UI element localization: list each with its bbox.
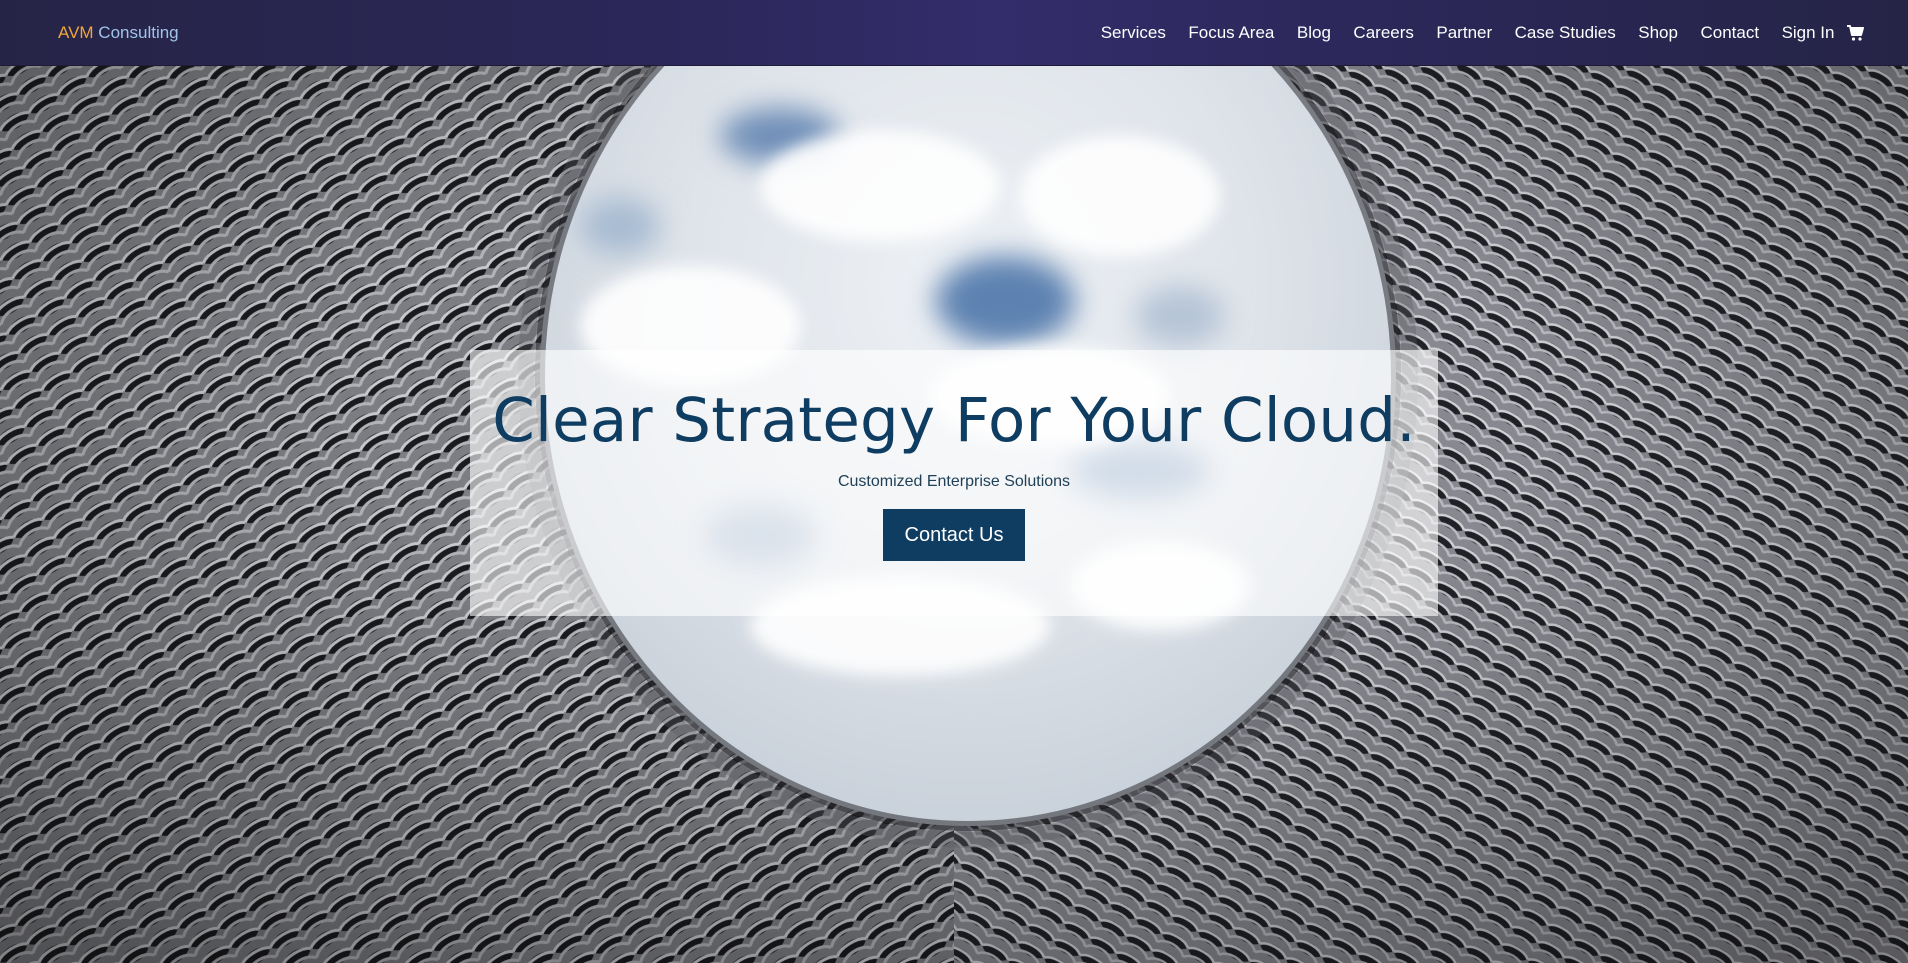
hero-card: Clear Strategy For Your Cloud. Customize… [470, 350, 1438, 616]
nav-item-contact[interactable]: Contact [1700, 22, 1759, 44]
top-navbar: AVM Consulting Services Focus Area Blog … [0, 0, 1908, 66]
brand-name-avm: AVM [58, 23, 94, 42]
nav-item-services[interactable]: Services [1101, 22, 1166, 44]
main-nav: Services Focus Area Blog Careers Partner… [1101, 22, 1864, 44]
nav-item-blog[interactable]: Blog [1297, 22, 1331, 44]
nav-item-sign-in[interactable]: Sign In [1782, 22, 1835, 44]
hero-subtitle: Customized Enterprise Solutions [837, 473, 1071, 490]
contact-us-button[interactable]: Contact Us [882, 509, 1026, 561]
page: AVM Consulting Services Focus Area Blog … [0, 0, 1908, 963]
brand-name-consulting: Consulting [93, 23, 179, 42]
nav-item-careers[interactable]: Careers [1353, 22, 1413, 44]
brand-logo[interactable]: AVM Consulting [58, 23, 179, 43]
nav-item-focus-area[interactable]: Focus Area [1188, 22, 1274, 44]
shopping-cart-icon[interactable] [1846, 24, 1864, 42]
hero-section: Clear Strategy For Your Cloud. Customize… [0, 66, 1908, 963]
nav-item-shop[interactable]: Shop [1638, 22, 1678, 44]
nav-item-case-studies[interactable]: Case Studies [1515, 22, 1616, 44]
nav-item-partner[interactable]: Partner [1436, 22, 1492, 44]
hero-title: Clear Strategy For Your Cloud. [492, 385, 1416, 456]
browser-viewport: AVM Consulting Services Focus Area Blog … [0, 0, 1908, 963]
